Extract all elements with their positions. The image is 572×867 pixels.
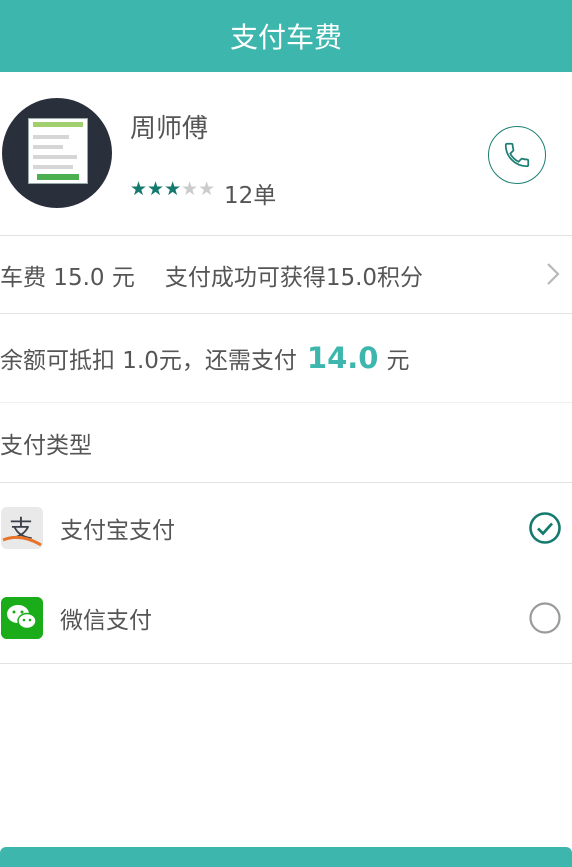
alipay-label: 支付宝支付	[60, 518, 175, 544]
radio-unselected-icon[interactable]	[528, 601, 562, 635]
balance-deduction: 余额可抵扣 1.0元，还需支付	[0, 348, 297, 374]
payment-option-wechat[interactable]: 微信支付	[0, 573, 572, 663]
chevron-right-icon	[547, 263, 560, 285]
amount-unit: 元	[386, 348, 410, 374]
driver-name: 周师傅	[130, 114, 209, 144]
phone-icon	[504, 142, 530, 168]
payment-type-heading: 支付类型	[0, 403, 572, 483]
avatar-image	[28, 118, 88, 184]
page-title: 支付车费	[229, 21, 342, 54]
star-filled-icon: ★★★	[130, 178, 182, 200]
balance-row: 余额可抵扣 1.0元，还需支付 14.0 元	[0, 314, 572, 403]
title-bar: 支付车费	[0, 0, 572, 72]
fare-amount: 车费 15.0 元	[0, 264, 135, 291]
rating-stars: ★★★★★	[130, 178, 215, 200]
wechat-label: 微信支付	[60, 608, 152, 634]
order-count: 12单	[224, 183, 277, 209]
wechat-icon	[1, 597, 43, 639]
star-empty-icon: ★★	[181, 178, 216, 200]
pay-button[interactable]	[0, 847, 572, 867]
points-bonus: 支付成功可获得15.0积分	[164, 264, 424, 291]
fare-row[interactable]: 车费 15.0 元 支付成功可获得15.0积分	[0, 236, 572, 314]
call-driver-button[interactable]	[488, 126, 546, 184]
avatar	[2, 98, 112, 208]
payment-type-label: 支付类型	[0, 432, 92, 459]
driver-card: 周师傅 ★★★★★ 12单	[0, 72, 572, 236]
alipay-icon: 支	[1, 507, 43, 549]
divider	[0, 663, 572, 664]
payment-option-alipay[interactable]: 支 支付宝支付	[0, 483, 572, 573]
check-selected-icon[interactable]	[528, 511, 562, 545]
amount-due: 14.0	[306, 341, 379, 375]
